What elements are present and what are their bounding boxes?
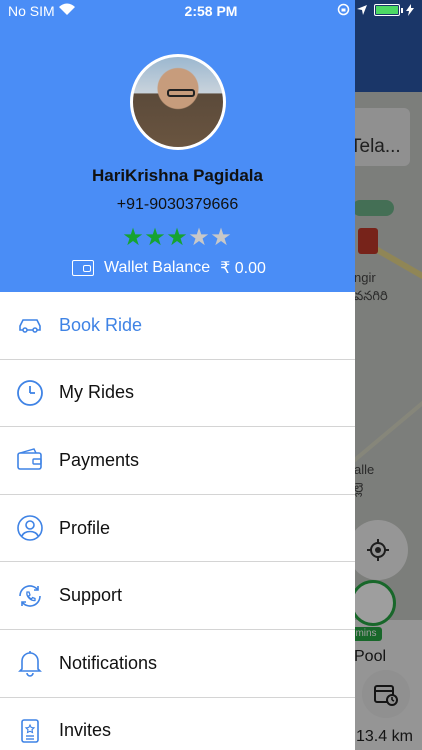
support-icon (16, 582, 44, 610)
star-filled-icon: ★ (144, 224, 166, 251)
menu-item-profile[interactable]: Profile (0, 495, 355, 563)
charging-bolt-icon (406, 3, 414, 16)
menu-item-notifications[interactable]: Notifications (0, 630, 355, 698)
wallet-balance-amount: ₹ 0.00 (220, 260, 266, 277)
menu-item-label: Support (59, 585, 123, 606)
invite-icon (16, 717, 44, 745)
battery-icon (374, 3, 403, 16)
status-bar: No SIM 2:58 PM (0, 0, 422, 22)
bell-icon (16, 649, 44, 677)
status-right (337, 3, 414, 16)
menu-item-label: Profile (59, 517, 111, 538)
avatar[interactable] (130, 54, 226, 150)
drawer-menu: Book Ride My Rides Payments Profile Supp… (0, 292, 355, 750)
menu-item-label: Payments (59, 449, 140, 470)
menu-item-label: Notifications (59, 652, 158, 673)
star-empty-icon: ★ (188, 224, 210, 251)
menu-item-label: Invites (59, 720, 112, 741)
rotation-lock-icon (337, 3, 350, 16)
wallet-balance-row[interactable]: Wallet Balance ₹ 0.00 (72, 258, 266, 278)
navigation-drawer: HariKrishna Pagidala +91-9030379666 ★ ★ ★ ★… (0, 0, 355, 750)
car-icon (16, 311, 44, 339)
user-phone: +91-9030379666 (116, 196, 239, 213)
menu-item-support[interactable]: Support (0, 562, 355, 630)
menu-item-label: Book Ride (59, 314, 143, 335)
menu-item-label: My Rides (59, 382, 135, 403)
user-name: HariKrishna Pagidala (91, 166, 263, 185)
star-filled-icon: ★ (166, 224, 188, 251)
star-empty-icon: ★ (210, 224, 232, 251)
wallet-icon (16, 446, 44, 474)
wallet-icon (72, 260, 94, 276)
star-filled-icon: ★ (122, 224, 144, 251)
profile-icon (16, 514, 44, 542)
menu-item-invites[interactable]: Invites (0, 698, 355, 750)
menu-item-payments[interactable]: Payments (0, 427, 355, 495)
user-rating: ★ ★ ★ ★ ★ (122, 226, 232, 250)
location-arrow-icon (357, 4, 367, 15)
drawer-header: HariKrishna Pagidala +91-9030379666 ★ ★ ★ ★… (0, 0, 355, 292)
clock-icon (16, 379, 44, 407)
menu-item-book-ride[interactable]: Book Ride (0, 292, 355, 360)
wallet-balance-label: Wallet Balance (104, 259, 211, 276)
menu-item-my-rides[interactable]: My Rides (0, 360, 355, 428)
